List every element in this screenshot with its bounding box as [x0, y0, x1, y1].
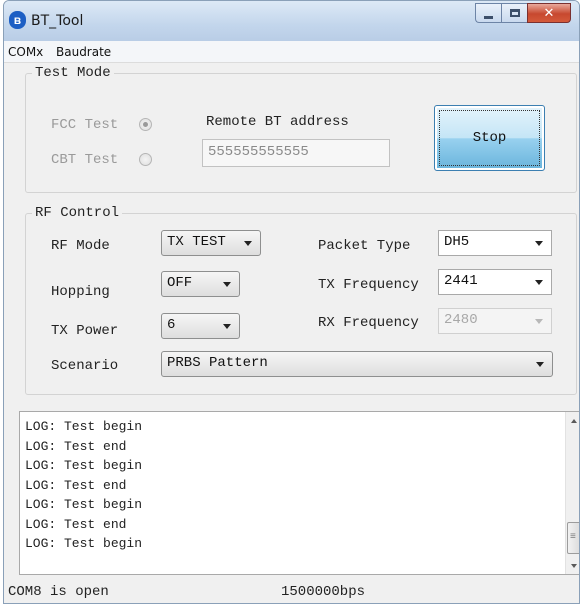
scrollbar-thumb[interactable]	[567, 522, 579, 554]
minimize-button[interactable]	[475, 3, 501, 23]
chevron-down-icon	[223, 282, 231, 287]
cbt-test-radio[interactable]	[139, 153, 152, 166]
chevron-down-icon	[535, 241, 543, 246]
tx-frequency-label: TX Frequency	[318, 277, 419, 293]
port-status: COM8 is open	[8, 584, 109, 600]
log-line: LOG: Test end	[25, 477, 127, 493]
radio-selected-dot	[143, 122, 148, 127]
menu-bar: COMx Baudrate	[4, 41, 579, 63]
chevron-down-icon	[244, 241, 252, 246]
tx-frequency-value: 2441	[444, 273, 478, 289]
scenario-label: Scenario	[51, 358, 119, 374]
rf-mode-value: TX TEST	[167, 234, 226, 250]
tx-power-select[interactable]: 6	[161, 313, 240, 339]
hopping-select[interactable]: OFF	[161, 271, 240, 297]
packet-type-label: Packet Type	[318, 238, 411, 254]
close-icon: ✕	[543, 5, 555, 20]
scroll-up-icon[interactable]	[566, 412, 579, 429]
chevron-down-icon	[535, 280, 543, 285]
log-line: LOG: Test begin	[25, 419, 143, 434]
hopping-value: OFF	[167, 275, 193, 291]
fcc-test-radio[interactable]	[139, 118, 152, 131]
packet-type-select[interactable]: DH5	[438, 230, 552, 256]
log-output[interactable]: LOG: Test begin LOG: Test end LOG: Test …	[19, 411, 579, 575]
log-line: LOG: Test begin	[25, 536, 143, 551]
caption-buttons: ✕	[475, 3, 571, 23]
scroll-down-icon[interactable]	[566, 557, 579, 574]
rf-mode-select[interactable]: TX TEST	[161, 230, 261, 256]
log-line: LOG: Test begin	[25, 497, 143, 512]
chevron-down-icon	[223, 324, 231, 329]
hopping-label: Hopping	[51, 284, 110, 300]
fcc-test-label: FCC Test	[51, 117, 119, 133]
window-title: BT_Tool	[31, 13, 84, 29]
bluetooth-icon: ʙ	[9, 11, 26, 29]
maximize-button[interactable]	[501, 3, 527, 23]
stop-button-label: Stop	[472, 130, 507, 146]
close-button[interactable]: ✕	[527, 3, 571, 23]
scenario-select[interactable]: PRBS Pattern	[161, 351, 553, 377]
test-mode-legend: Test Mode	[35, 65, 111, 81]
tx-power-value: 6	[167, 317, 176, 333]
stop-button[interactable]: Stop	[434, 105, 545, 171]
scenario-value: PRBS Pattern	[167, 355, 268, 371]
chevron-down-icon	[535, 319, 543, 324]
title-bar[interactable]: ʙ BT_Tool ✕	[4, 1, 579, 41]
log-line: LOG: Test end	[25, 438, 127, 454]
rx-frequency-select[interactable]: 2480	[438, 308, 552, 334]
rf-mode-label: RF Mode	[51, 238, 110, 254]
bt-tool-window: ʙ BT_Tool ✕ COMx Baudrate Test Mode FCC …	[3, 0, 580, 604]
log-line: LOG: Test begin	[25, 458, 143, 473]
remote-bt-address-label: Remote BT address	[206, 114, 349, 130]
log-scrollbar[interactable]	[565, 412, 579, 574]
remote-bt-address-input[interactable]: 555555555555	[202, 139, 390, 167]
menu-baudrate[interactable]: Baudrate	[56, 45, 111, 59]
baud-status: 1500000bps	[281, 584, 366, 600]
log-lines: LOG: Test begin LOG: Test end LOG: Test …	[25, 417, 142, 554]
chevron-down-icon	[536, 362, 544, 367]
minimize-icon	[484, 16, 493, 19]
rx-frequency-value: 2480	[444, 312, 478, 328]
tx-power-label: TX Power	[51, 323, 119, 339]
packet-type-value: DH5	[444, 234, 470, 250]
status-bar: COM8 is open 1500000bps	[4, 578, 579, 603]
maximize-icon	[510, 9, 520, 17]
rx-frequency-label: RX Frequency	[318, 315, 419, 331]
cbt-test-label: CBT Test	[51, 152, 119, 168]
tx-frequency-select[interactable]: 2441	[438, 269, 552, 295]
rf-control-legend: RF Control	[35, 205, 120, 221]
menu-comx[interactable]: COMx	[8, 45, 43, 59]
log-line: LOG: Test end	[25, 516, 127, 532]
